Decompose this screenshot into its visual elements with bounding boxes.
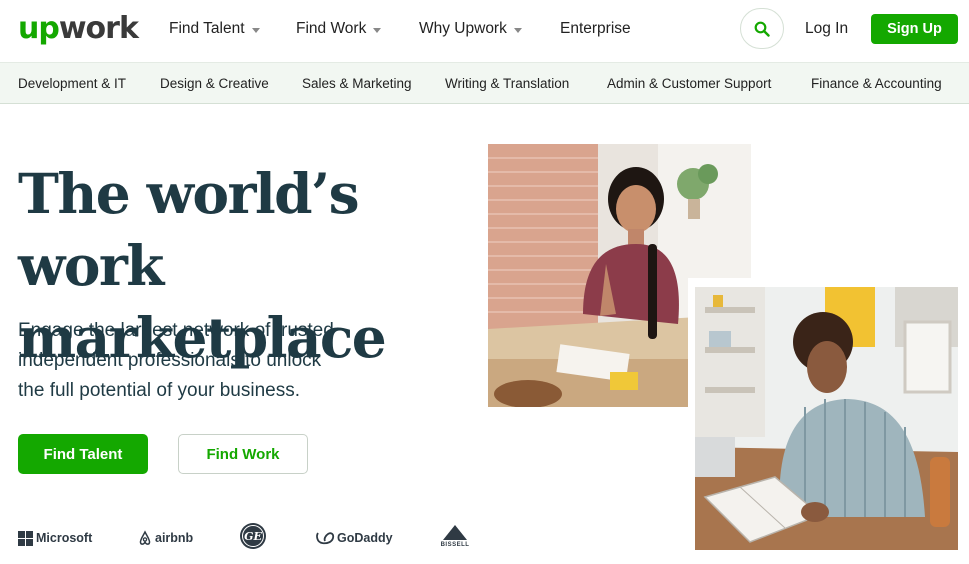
category-design-creative[interactable]: Design & Creative bbox=[160, 76, 269, 92]
hero-subtitle-line: the full potential of your business. bbox=[18, 380, 301, 401]
ge-logo: GE bbox=[239, 522, 267, 550]
upwork-logo[interactable]: upwork bbox=[18, 10, 139, 48]
hero-subtitle-line: independent professionals to unlock bbox=[18, 350, 322, 371]
godaddy-label: GoDaddy bbox=[337, 531, 393, 545]
category-development-it[interactable]: Development & IT bbox=[18, 76, 126, 92]
category-writing-translation[interactable]: Writing & Translation bbox=[445, 76, 569, 92]
hero-subtitle: Engage the largest network of trusted in… bbox=[18, 316, 398, 406]
logo-work-text: work bbox=[58, 11, 139, 46]
nav-label: Find Work bbox=[296, 20, 367, 37]
hero-photo-frame bbox=[688, 278, 969, 564]
find-talent-button[interactable]: Find Talent bbox=[18, 434, 148, 474]
hero-title-line: The world’s work bbox=[18, 161, 360, 298]
bissell-label: BISSELL bbox=[440, 542, 470, 548]
category-sales-marketing[interactable]: Sales & Marketing bbox=[302, 76, 412, 92]
top-header: upwork Find Talent Find Work Why Upwork … bbox=[0, 0, 969, 62]
category-finance-accounting[interactable]: Finance & Accounting bbox=[811, 76, 942, 92]
hero-subtitle-line: Engage the largest network of trusted bbox=[18, 320, 334, 341]
godaddy-icon bbox=[316, 532, 335, 545]
nav-label: Enterprise bbox=[560, 20, 631, 37]
search-icon bbox=[754, 21, 770, 37]
microsoft-logo: Microsoft bbox=[18, 528, 92, 548]
nav-enterprise[interactable]: Enterprise bbox=[560, 19, 631, 39]
nav-label: Why Upwork bbox=[419, 20, 507, 37]
login-link[interactable]: Log In bbox=[805, 19, 848, 39]
category-bar: Development & IT Design & Creative Sales… bbox=[0, 62, 969, 104]
nav-find-work[interactable]: Find Work bbox=[296, 19, 382, 39]
airbnb-label: airbnb bbox=[155, 531, 194, 545]
search-button[interactable] bbox=[740, 8, 784, 49]
logo-up-text: up bbox=[18, 11, 60, 46]
category-admin-support[interactable]: Admin & Customer Support bbox=[607, 76, 771, 92]
microsoft-label: Microsoft bbox=[36, 531, 93, 545]
nav-label: Find Talent bbox=[169, 20, 245, 37]
ge-monogram-icon: GE bbox=[240, 523, 266, 549]
chevron-down-icon bbox=[373, 27, 382, 33]
hero-photo-man bbox=[695, 287, 958, 550]
find-work-button[interactable]: Find Work bbox=[178, 434, 308, 474]
bissell-triangle-icon bbox=[443, 525, 467, 540]
nav-find-talent[interactable]: Find Talent bbox=[169, 19, 260, 39]
airbnb-logo: airbnb bbox=[137, 528, 193, 548]
chevron-down-icon bbox=[251, 27, 260, 33]
signup-button[interactable]: Sign Up bbox=[871, 14, 958, 44]
chevron-down-icon bbox=[513, 27, 522, 33]
godaddy-logo: GoDaddy bbox=[315, 528, 393, 548]
ge-label: GE bbox=[244, 530, 262, 543]
microsoft-windows-icon bbox=[18, 530, 33, 546]
airbnb-icon bbox=[139, 530, 151, 545]
bissell-logo: BISSELL bbox=[437, 522, 473, 550]
nav-why-upwork[interactable]: Why Upwork bbox=[419, 19, 522, 39]
